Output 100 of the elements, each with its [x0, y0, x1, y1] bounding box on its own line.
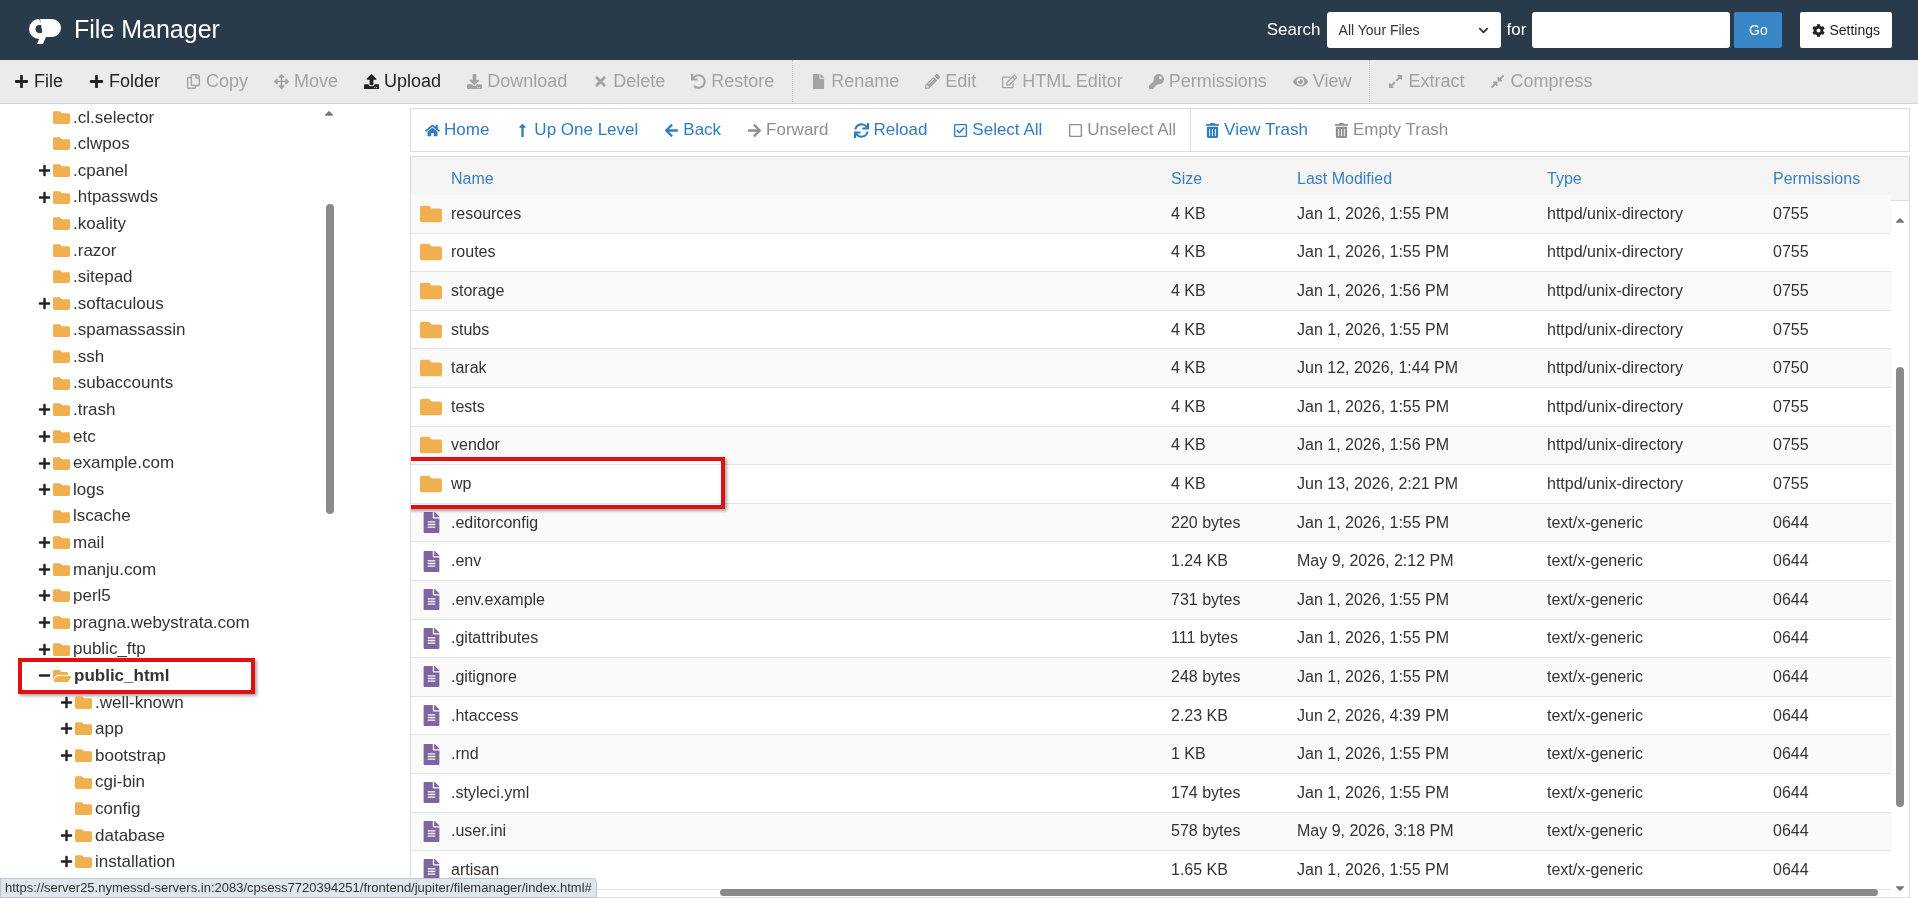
table-cell-text: Jan 1, 2026, 1:56 PM	[1297, 281, 1451, 301]
nav-button[interactable]: Reload	[854, 117, 928, 143]
nav-button[interactable]: Back	[664, 117, 722, 143]
tree-item[interactable]: .koality	[36, 210, 126, 237]
column-header[interactable]: Last Modified	[1297, 166, 1547, 191]
file-name[interactable]: tests	[451, 394, 1171, 419]
expand-icon[interactable]	[37, 164, 51, 177]
column-header[interactable]: Permissions	[1773, 166, 1909, 191]
nav-button[interactable]: Home	[425, 117, 490, 143]
tree-item[interactable]: .ssh	[36, 343, 105, 370]
expand-icon[interactable]	[37, 456, 51, 470]
expand-icon[interactable]	[37, 483, 51, 497]
tree-item[interactable]: .spamassassin	[36, 317, 186, 343]
expand-icon[interactable]	[37, 589, 51, 603]
expand-icon[interactable]	[37, 616, 51, 630]
tree-item[interactable]: bootstrap	[58, 742, 166, 769]
expand-icon[interactable]	[59, 855, 73, 869]
file-name[interactable]: .env.example	[451, 587, 1171, 612]
search-scope-select[interactable]: All Your Files	[1326, 12, 1501, 48]
tree-item[interactable]: installation	[58, 849, 176, 875]
folder-icon	[53, 241, 70, 259]
file-name[interactable]: resources	[451, 201, 1171, 226]
table-cell-text: Jun 12, 2026, 1:44 PM	[1297, 358, 1459, 379]
file-name[interactable]: .user.ini	[451, 819, 1171, 844]
tree-item[interactable]: manju.com	[36, 556, 157, 583]
tree-item[interactable]: lscache	[36, 503, 131, 529]
nav-button[interactable]: View Trash	[1205, 117, 1308, 143]
table-cell-text: httpd/unix-directory	[1547, 319, 1685, 340]
table-cell-text: text/x-generic	[1547, 551, 1645, 572]
file-name[interactable]: vendor	[451, 433, 1171, 458]
folder-icon	[53, 614, 70, 632]
folder-icon	[53, 454, 70, 472]
tree-item[interactable]: mail	[36, 530, 105, 556]
table-cell-text: 731 bytes	[1171, 589, 1242, 610]
toolbar-button[interactable]: Upload	[364, 68, 442, 95]
tree-item[interactable]: config	[58, 796, 141, 822]
tree-item[interactable]: perl5	[36, 583, 111, 609]
file-name[interactable]: .gitattributes	[451, 626, 1171, 651]
tree-item[interactable]: cgi-bin	[58, 769, 146, 795]
expand-icon[interactable]	[37, 429, 51, 443]
file-name[interactable]: .env	[451, 549, 1171, 574]
tree-item[interactable]: .subaccounts	[36, 370, 174, 396]
table-cell-text: Jan 1, 2026, 1:55 PM	[1297, 666, 1451, 687]
tree-item[interactable]: .trash	[36, 397, 116, 423]
file-name[interactable]: .rnd	[451, 742, 1171, 767]
tree-item[interactable]: .well-known	[58, 689, 184, 716]
tree-item[interactable]: logs	[36, 476, 105, 503]
file-name[interactable]: routes	[451, 240, 1171, 265]
file-name[interactable]: wp	[451, 471, 1171, 496]
table-cell-text: 0644	[1773, 744, 1810, 765]
tree-item[interactable]: example.com	[36, 450, 175, 476]
search-field[interactable]	[1532, 12, 1731, 48]
tree-item[interactable]: pragna.webystrata.com	[36, 609, 250, 636]
tree-item[interactable]: .razor	[36, 237, 117, 263]
file-name[interactable]: .styleci.yml	[451, 780, 1171, 805]
column-header[interactable]: Name	[451, 166, 1171, 191]
column-header[interactable]: Size	[1171, 166, 1297, 191]
file-name[interactable]: storage	[451, 279, 1171, 303]
right-arrow-icon	[747, 122, 763, 138]
toolbar-button[interactable]: File	[14, 68, 63, 95]
expand-icon[interactable]	[37, 536, 51, 550]
expand-icon[interactable]	[37, 190, 51, 204]
settings-button[interactable]: Settings	[1800, 12, 1892, 48]
expand-icon[interactable]	[59, 722, 73, 736]
table-cell-text: 0755	[1773, 396, 1810, 417]
tree-item[interactable]: database	[58, 822, 165, 849]
tree-item[interactable]: .clwpos	[36, 131, 130, 157]
nav-button[interactable]: Select All	[953, 117, 1043, 143]
expand-icon[interactable]	[59, 695, 73, 709]
tree-item[interactable]: .cpanel	[36, 157, 128, 184]
tree-item[interactable]: .htpasswds	[36, 184, 159, 210]
trash-icon	[1333, 122, 1349, 138]
column-header[interactable]: Type	[1547, 166, 1773, 191]
tree-item[interactable]: .sitepad	[36, 264, 133, 290]
toolbar-button[interactable]: Folder	[89, 68, 161, 95]
file-name[interactable]: stubs	[451, 317, 1171, 342]
file-name[interactable]: .gitignore	[451, 664, 1171, 689]
expand-icon[interactable]	[37, 403, 51, 417]
tree-item[interactable]: .cl.selector	[36, 104, 155, 131]
go-button[interactable]: Go	[1734, 12, 1783, 48]
tree-item[interactable]: .softaculous	[36, 290, 164, 317]
tree-item[interactable]: public_html	[36, 663, 170, 689]
expand-icon[interactable]	[59, 828, 73, 842]
scrollbar-thumb[interactable]	[1896, 367, 1904, 807]
table-cell-text: 0644	[1773, 859, 1810, 880]
expand-icon[interactable]	[37, 562, 51, 576]
file-name[interactable]: tarak	[451, 356, 1171, 381]
expand-icon[interactable]	[59, 749, 73, 763]
checkbox-icon	[1068, 122, 1084, 138]
tree-item[interactable]: app	[58, 716, 124, 742]
expand-icon[interactable]	[37, 296, 51, 310]
tree-item[interactable]: public_ftp	[36, 636, 146, 662]
nav-button[interactable]: Up One Level	[515, 117, 639, 143]
expand-icon[interactable]	[37, 642, 51, 656]
tree-item[interactable]: etc	[36, 423, 96, 450]
table-cell-text: 0750	[1773, 358, 1810, 379]
file-name[interactable]: .editorconfig	[451, 510, 1171, 535]
file-name[interactable]: .htaccess	[451, 703, 1171, 728]
scrollbar-thumb[interactable]	[326, 204, 334, 514]
horizontal-scrollbar-thumb[interactable]	[720, 889, 1878, 896]
